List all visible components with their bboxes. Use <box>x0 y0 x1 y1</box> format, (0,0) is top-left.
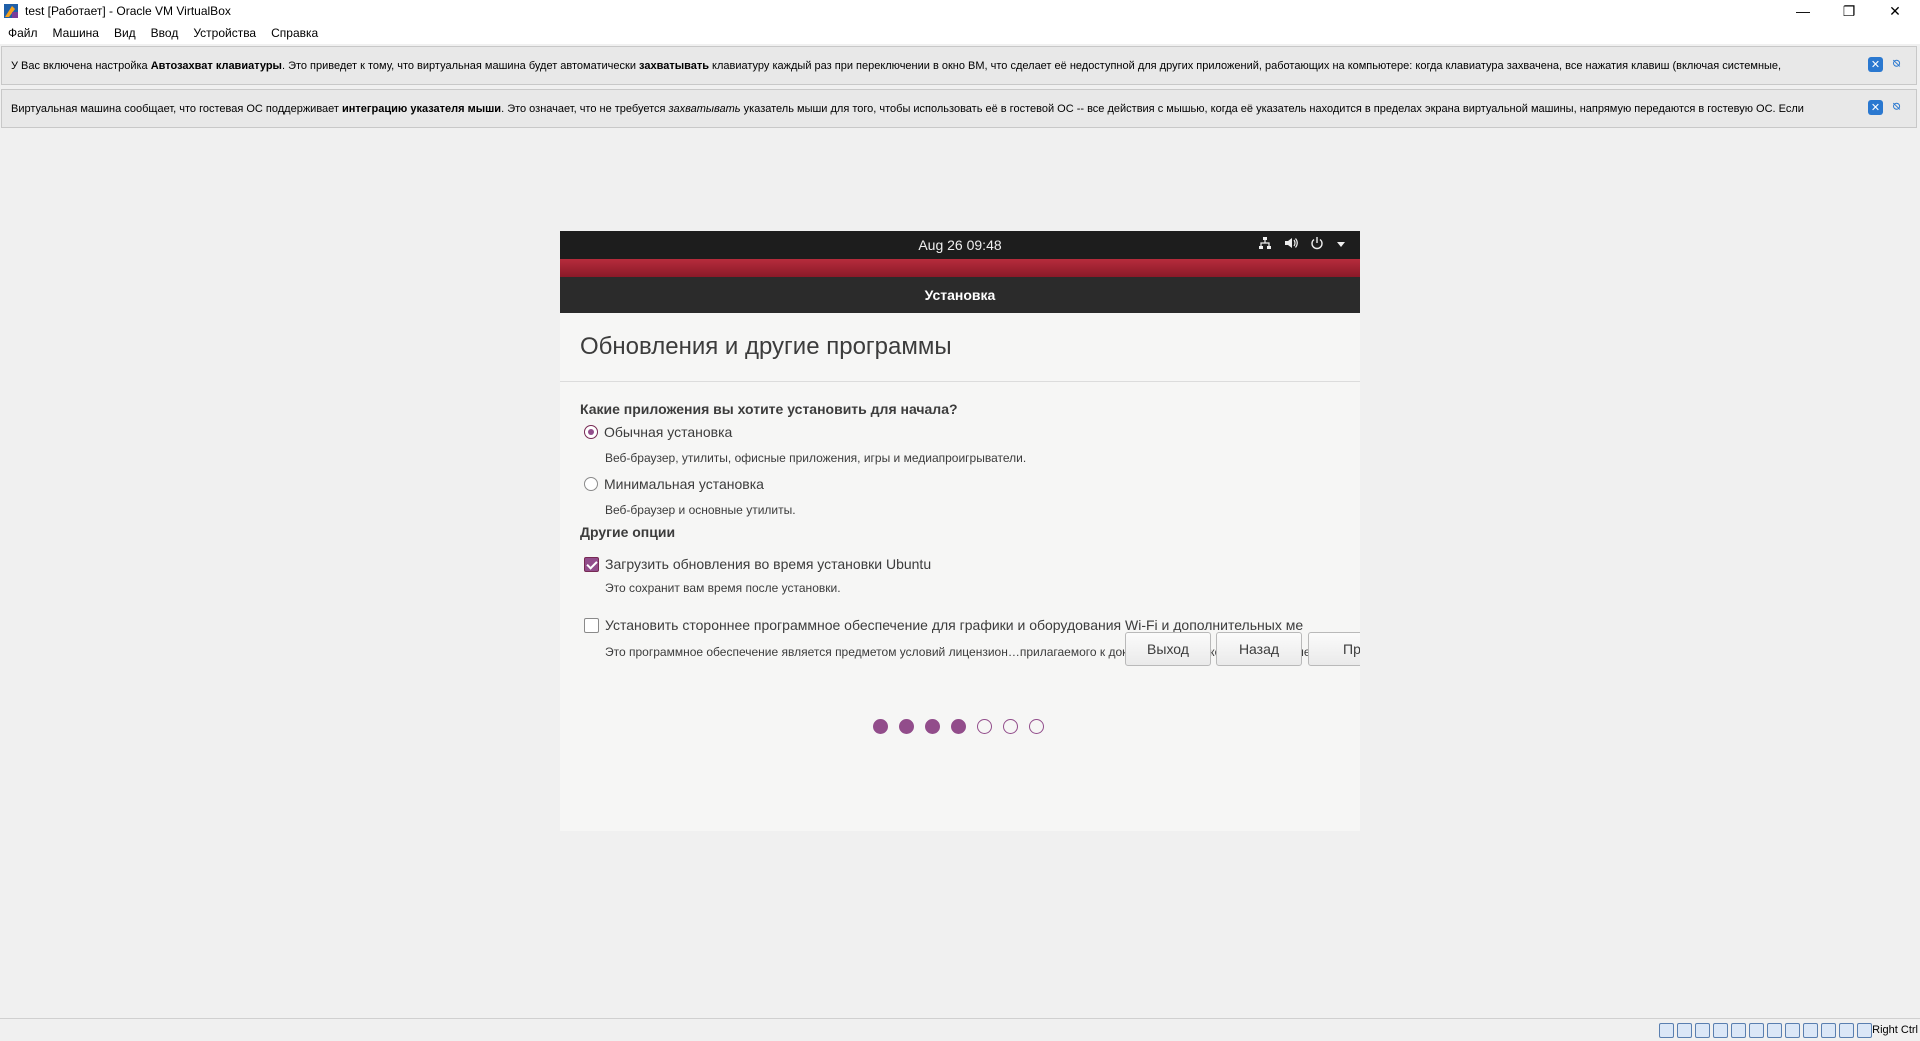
status-bar: Right Ctrl <box>0 1018 1920 1041</box>
step-dot <box>950 719 966 734</box>
dont-show-again-icon[interactable]: ⍉ <box>1889 100 1904 115</box>
normal-install-label[interactable]: Обычная установка <box>604 424 732 440</box>
accent-bar <box>560 259 1360 277</box>
network-adapter-icon[interactable] <box>1713 1023 1728 1038</box>
minimal-install-desc: Веб-браузер и основные утилиты. <box>605 503 796 517</box>
network-icon[interactable] <box>1258 236 1272 253</box>
close-icon: ✕ <box>1889 2 1901 19</box>
progress-steps <box>560 719 1360 734</box>
vm-screen[interactable]: Aug 26 09:48 Установка Обновления и друг… <box>560 231 1360 831</box>
close-notification-icon[interactable]: ✕ <box>1868 100 1883 115</box>
third-party-option[interactable]: Установить стороннее программное обеспеч… <box>584 617 1303 633</box>
optical-drive-icon[interactable] <box>1677 1023 1692 1038</box>
radio-selected-icon[interactable] <box>584 425 598 439</box>
installer-content: Обновления и другие программы Какие прил… <box>560 313 1360 831</box>
third-party-label[interactable]: Установить стороннее программное обеспеч… <box>605 617 1303 633</box>
minimize-button[interactable]: — <box>1780 0 1826 22</box>
menu-devices[interactable]: Устройства <box>193 26 256 40</box>
step-dot <box>1028 719 1044 734</box>
shared-folders-icon[interactable] <box>1749 1023 1764 1038</box>
notification-text: У Вас включена настройка Автозахват клав… <box>11 59 1782 72</box>
menu-help[interactable]: Справка <box>271 26 318 40</box>
download-updates-option[interactable]: Загрузить обновления во время установки … <box>584 556 931 572</box>
notification-text: Виртуальная машина сообщает, что гостева… <box>11 102 1804 115</box>
clock[interactable]: Aug 26 09:48 <box>560 237 1360 253</box>
minimal-install-label[interactable]: Минимальная установка <box>604 476 764 492</box>
quit-button[interactable]: Выход <box>1125 632 1211 666</box>
divider <box>560 381 1360 382</box>
normal-install-desc: Веб-браузер, утилиты, офисные приложения… <box>605 451 1027 465</box>
volume-icon[interactable] <box>1284 236 1298 253</box>
close-notification-icon[interactable]: ✕ <box>1868 57 1883 72</box>
installer-title: Установка <box>560 277 1360 313</box>
window-titlebar: test [Работает] - Oracle VM VirtualBox —… <box>0 0 1920 22</box>
audio-icon[interactable] <box>1695 1023 1710 1038</box>
download-updates-label[interactable]: Загрузить обновления во время установки … <box>605 556 931 572</box>
dont-show-again-icon[interactable]: ⍉ <box>1889 57 1904 72</box>
checkbox-checked-icon[interactable] <box>584 556 599 572</box>
apps-question: Какие приложения вы хотите установить дл… <box>580 401 958 417</box>
step-dot <box>924 719 940 734</box>
usb-icon[interactable] <box>1731 1023 1746 1038</box>
window-title: test [Работает] - Oracle VM VirtualBox <box>25 4 231 18</box>
keyboard-capture-notification: У Вас включена настройка Автозахват клав… <box>1 46 1917 85</box>
keyboard-capture-icon[interactable] <box>1857 1023 1872 1038</box>
normal-install-option[interactable]: Обычная установка <box>584 424 732 440</box>
other-options-heading: Другие опции <box>580 524 676 540</box>
download-updates-desc: Это сохранит вам время после установки. <box>605 581 841 595</box>
back-button[interactable]: Назад <box>1216 632 1302 666</box>
restore-icon: ❐ <box>1842 2 1856 19</box>
gnome-top-bar: Aug 26 09:48 <box>560 231 1360 259</box>
radio-unselected-icon[interactable] <box>584 477 598 491</box>
virtualization-icon[interactable] <box>1821 1023 1836 1038</box>
menu-machine[interactable]: Машина <box>53 26 99 40</box>
step-dot <box>898 719 914 734</box>
step-dot <box>1002 719 1018 734</box>
chevron-down-icon[interactable] <box>1336 237 1346 252</box>
next-button[interactable]: Пр <box>1308 632 1360 666</box>
step-dot <box>976 719 992 734</box>
power-icon[interactable] <box>1310 236 1324 253</box>
menu-view[interactable]: Вид <box>114 26 136 40</box>
mouse-integration-notification: Виртуальная машина сообщает, что гостева… <box>1 89 1917 128</box>
video-capture-icon[interactable] <box>1785 1023 1800 1038</box>
mouse-integration-icon[interactable] <box>1839 1023 1854 1038</box>
step-dot <box>872 719 888 734</box>
checkbox-unchecked-icon[interactable] <box>584 617 599 633</box>
cpu-icon[interactable] <box>1803 1023 1818 1038</box>
minimal-install-option[interactable]: Минимальная установка <box>584 476 764 492</box>
virtualbox-icon <box>3 3 19 19</box>
menu-input[interactable]: Ввод <box>151 26 179 40</box>
host-key-label: Right Ctrl <box>1872 1024 1918 1036</box>
restore-button[interactable]: ❐ <box>1826 0 1872 22</box>
menu-file[interactable]: Файл <box>8 26 38 40</box>
minimize-icon: — <box>1796 3 1810 19</box>
close-button[interactable]: ✕ <box>1872 0 1918 22</box>
system-tray[interactable] <box>1258 236 1346 253</box>
hard-disk-icon[interactable] <box>1659 1023 1674 1038</box>
menu-bar: Файл Машина Вид Ввод Устройства Справка <box>0 22 1920 44</box>
page-title: Обновления и другие программы <box>580 333 952 360</box>
display-icon[interactable] <box>1767 1023 1782 1038</box>
status-icons <box>1659 1023 1872 1038</box>
